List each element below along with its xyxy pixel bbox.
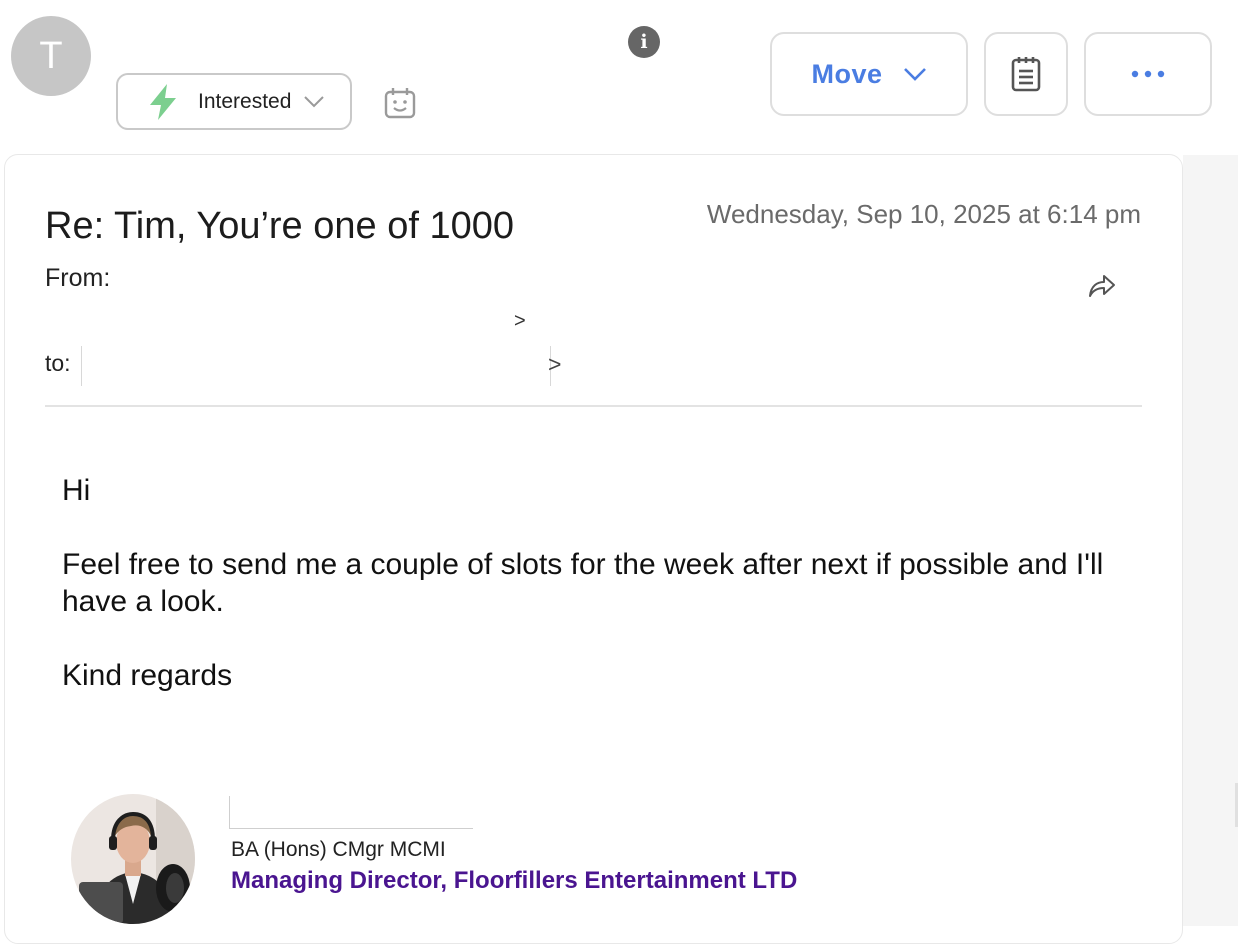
- status-dropdown[interactable]: Interested: [116, 73, 352, 130]
- forward-icon[interactable]: [1087, 273, 1116, 299]
- notes-button[interactable]: [984, 32, 1068, 116]
- signature-photo: [71, 794, 195, 924]
- move-label: Move: [811, 58, 883, 89]
- body-greeting: Hi: [62, 474, 91, 507]
- body-paragraph: Feel free to send me a couple of slots f…: [62, 548, 1104, 618]
- signature-credentials: BA (Hons) CMgr MCMI: [231, 838, 446, 861]
- lightning-bolt-icon: [150, 83, 176, 120]
- clipboard-icon: [1011, 57, 1041, 92]
- from-label: From:: [45, 264, 111, 292]
- signature-name: [229, 796, 473, 829]
- schedule-face-icon[interactable]: [383, 86, 417, 120]
- body-closing: Kind regards: [62, 659, 233, 692]
- header-divider: [45, 405, 1142, 407]
- signature-role: Managing Director, Floorfillers Entertai…: [231, 867, 798, 894]
- chevron-down-icon: [903, 68, 926, 81]
- more-button[interactable]: [1084, 32, 1212, 116]
- to-address-end: >: [548, 351, 562, 377]
- more-dots-icon: [1131, 70, 1165, 78]
- to-address: [81, 346, 551, 386]
- info-icon[interactable]: i: [628, 26, 660, 58]
- to-label: to:: [45, 350, 71, 376]
- chevron-down-icon: [304, 95, 325, 107]
- email-subject: Re: Tim, You’re one of 1000: [45, 205, 514, 247]
- right-gutter: [1183, 155, 1238, 926]
- status-label: Interested: [198, 89, 292, 113]
- email-date: Wednesday, Sep 10, 2025 at 6:14 pm: [706, 199, 1141, 229]
- avatar: T: [11, 16, 91, 96]
- from-address-end: >: [514, 310, 526, 332]
- move-button[interactable]: Move: [770, 32, 968, 116]
